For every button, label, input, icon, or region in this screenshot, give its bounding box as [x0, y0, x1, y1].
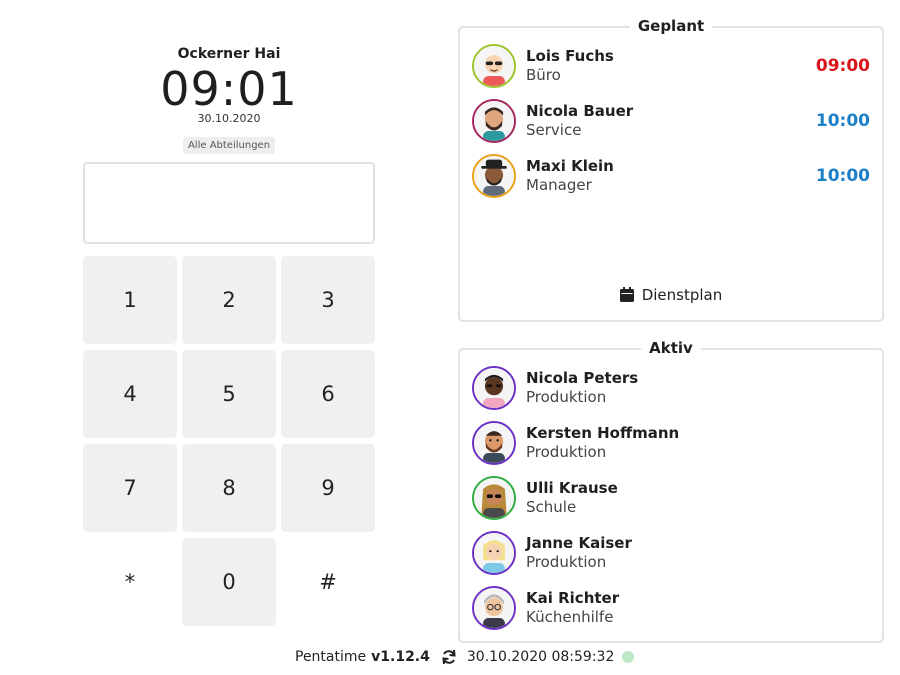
person-name: Nicola Bauer: [526, 102, 634, 120]
avatar: [472, 476, 516, 520]
active-person[interactable]: Nicola Peters Produktion: [472, 365, 870, 411]
key-9[interactable]: 9: [281, 444, 375, 532]
person-role: Produktion: [526, 553, 607, 571]
keypad: 1 2 3 4 5 6 7 8 9 * 0 #: [83, 256, 375, 626]
avatar: [472, 586, 516, 630]
person-role: Produktion: [526, 443, 607, 461]
person-role: Büro: [526, 66, 561, 84]
planned-time: 10:00: [815, 111, 870, 131]
person-role: Schule: [526, 498, 577, 516]
avatar: [472, 531, 516, 575]
person-role: Service: [526, 121, 582, 139]
person-name: Nicola Peters: [526, 369, 639, 387]
planned-time: 09:00: [815, 56, 870, 76]
person-name: Ulli Krause: [526, 479, 618, 497]
planned-title: Geplant: [629, 17, 713, 35]
planned-person[interactable]: Nicola Bauer Service 10:00: [472, 98, 870, 144]
key-hash[interactable]: #: [281, 538, 375, 626]
person-name: Kai Richter: [526, 589, 620, 607]
app-version: v1.12.4: [371, 649, 430, 665]
sync-icon[interactable]: [441, 649, 457, 665]
key-4[interactable]: 4: [83, 350, 177, 438]
key-1[interactable]: 1: [83, 256, 177, 344]
person-role: Produktion: [526, 388, 607, 406]
connection-status-dot: [622, 651, 635, 663]
active-title: Aktiv: [641, 339, 701, 357]
key-7[interactable]: 7: [83, 444, 177, 532]
status-footer: Pentatime v1.12.4 30.10.2020 08:59:32: [295, 649, 635, 665]
avatar: [472, 44, 516, 88]
active-person[interactable]: Ulli Krause Schule: [472, 475, 870, 521]
app-name: Pentatime: [295, 649, 367, 665]
person-name: Kersten Hoffmann: [526, 424, 680, 442]
key-star[interactable]: *: [83, 538, 177, 626]
location-name: Ockerner Hai: [177, 46, 281, 62]
avatar: [472, 99, 516, 143]
avatar: [472, 421, 516, 465]
clock-time: 09:01: [160, 62, 298, 116]
key-6[interactable]: 6: [281, 350, 375, 438]
key-0[interactable]: 0: [182, 538, 276, 626]
person-role: Küchenhilfe: [526, 608, 614, 626]
pin-input[interactable]: [83, 162, 375, 244]
avatar: [472, 366, 516, 410]
key-2[interactable]: 2: [182, 256, 276, 344]
schedule-button[interactable]: Dienstplan: [460, 286, 882, 304]
schedule-label: Dienstplan: [641, 286, 723, 304]
last-sync-time: 30.10.2020 08:59:32: [466, 649, 615, 665]
person-role: Manager: [526, 176, 592, 194]
clock-date: 30.10.2020: [197, 112, 261, 125]
active-person[interactable]: Kai Richter Küchenhilfe: [472, 585, 870, 631]
key-3[interactable]: 3: [281, 256, 375, 344]
person-name: Maxi Klein: [526, 157, 614, 175]
department-filter-button[interactable]: Alle Abteilungen: [182, 137, 276, 154]
person-name: Lois Fuchs: [526, 47, 614, 65]
active-panel: Aktiv Nicola Peters Produktion Kersten H…: [458, 339, 884, 643]
planned-person[interactable]: Maxi Klein Manager 10:00: [472, 153, 870, 199]
planned-time: 10:00: [815, 166, 870, 186]
key-5[interactable]: 5: [182, 350, 276, 438]
planned-person[interactable]: Lois Fuchs Büro 09:00: [472, 43, 870, 89]
calendar-icon: [619, 287, 634, 302]
active-person[interactable]: Kersten Hoffmann Produktion: [472, 420, 870, 466]
active-person[interactable]: Janne Kaiser Produktion: [472, 530, 870, 576]
planned-panel: Geplant Lois Fuchs Büro 09:00 Nicola Bau…: [458, 17, 884, 322]
terminal: Ockerner Hai 09:01 30.10.2020 Alle Abtei…: [83, 40, 375, 626]
person-name: Janne Kaiser: [526, 534, 632, 552]
key-8[interactable]: 8: [182, 444, 276, 532]
avatar: [472, 154, 516, 198]
